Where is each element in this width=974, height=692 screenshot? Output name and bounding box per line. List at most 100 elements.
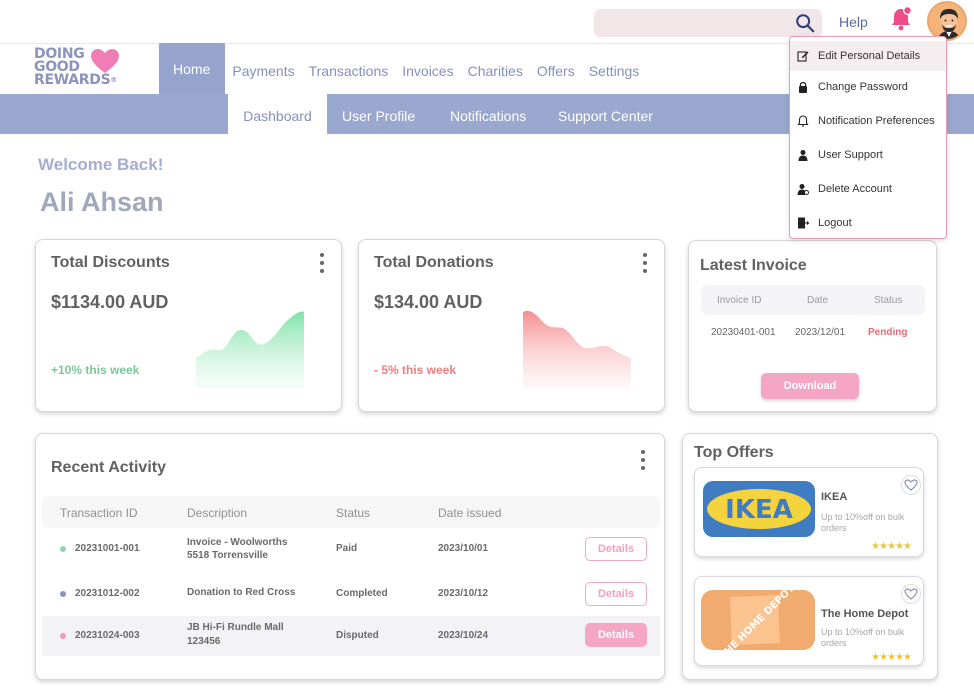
menu-item-edit-personal-details[interactable]: Edit Personal Details (790, 41, 946, 71)
nav-offers[interactable]: Offers (530, 43, 582, 94)
description-line1: Donation to Red Cross (187, 587, 296, 598)
welcome-greeting: Welcome Back! (38, 155, 164, 174)
recent-activity-title: Recent Activity (51, 459, 166, 476)
invoice-status: Pending (868, 327, 908, 338)
menu-item-logout[interactable]: Logout (790, 208, 946, 238)
edit-icon (797, 51, 809, 62)
brand-logo[interactable]: DOING GOOD REWARDS® (34, 47, 144, 92)
recent-activity-card: Recent Activity Transaction ID Descripti… (35, 433, 665, 680)
lock-icon (799, 81, 807, 93)
menu-item-delete-account[interactable]: Delete Account (790, 174, 946, 204)
transaction-date: 2023/10/12 (438, 588, 489, 599)
brand-line3: REWARDS® (34, 72, 144, 88)
more-options-icon[interactable] (319, 253, 325, 277)
heart-outline-icon (904, 479, 918, 491)
top-offers-title: Top Offers (694, 444, 774, 461)
logout-icon (798, 217, 809, 229)
donations-trend-chart (523, 310, 631, 388)
menu-item-change-password[interactable]: Change Password (790, 72, 946, 102)
description-line2: 123456 (187, 636, 221, 647)
brand-line3-text: REWARDS (34, 72, 111, 88)
menu-item-label: Edit Personal Details (818, 50, 921, 62)
bell-settings-icon (797, 115, 809, 127)
total-discounts-card: Total Discounts $1134.00 AUD +10% this w… (35, 239, 342, 412)
invoice-table-header: Invoice ID Date Status (701, 285, 925, 315)
menu-item-label: Notification Preferences (818, 115, 935, 127)
rating-stars: ★★★★★ (871, 541, 912, 552)
more-options-icon[interactable] (642, 253, 648, 277)
menu-item-notification-preferences[interactable]: Notification Preferences (790, 106, 946, 136)
main-nav: Home Payments Transactions Invoices Char… (159, 43, 646, 94)
col-date: Date (807, 295, 829, 306)
top-offers-card: Top Offers IKEA IKEA Up to 10%off on bul… (682, 433, 938, 680)
search-bar[interactable] (594, 9, 822, 37)
menu-item-label: Change Password (818, 81, 908, 93)
avatar[interactable] (927, 1, 967, 41)
transaction-id: 20231024-003 (75, 630, 140, 641)
support-agent-icon (798, 150, 808, 161)
transaction-status: Disputed (336, 630, 379, 641)
total-discounts-amount: $1134.00 AUD (51, 292, 169, 312)
col-description: Description (187, 506, 248, 520)
subnav-notifications[interactable]: Notifications (450, 108, 526, 124)
brand-registered-mark: ® (110, 76, 118, 84)
nav-transactions[interactable]: Transactions (302, 43, 396, 94)
ikea-logo-text: IKEA (725, 495, 793, 525)
subnav-support-center[interactable]: Support Center (558, 108, 653, 124)
menu-item-label: Delete Account (818, 183, 892, 195)
nav-settings[interactable]: Settings (582, 43, 647, 94)
subnav-user-profile[interactable]: User Profile (342, 108, 415, 124)
menu-item-user-support[interactable]: User Support (790, 140, 946, 170)
transaction-date: 2023/10/01 (438, 543, 489, 554)
col-status: Status (336, 506, 371, 520)
bell-icon[interactable] (889, 6, 913, 32)
profile-dropdown-menu: Edit Personal Details Change Password No… (789, 36, 947, 239)
col-date-issued: Date issued (438, 506, 502, 520)
favorite-button[interactable] (901, 475, 921, 495)
home-depot-logo: THE HOME DEPOT (701, 590, 815, 650)
table-row: 20231001-001 Invoice - Woolworths 5518 T… (42, 529, 660, 569)
total-discounts-title: Total Discounts (51, 254, 170, 271)
offer-description: Up to 10%off on bulk orders (821, 512, 905, 533)
rating-stars: ★★★★★ (871, 652, 912, 663)
transaction-status: Completed (336, 588, 388, 599)
total-donations-card: Total Donations $134.00 AUD - 5% this we… (358, 239, 665, 412)
status-dot (60, 546, 66, 552)
status-dot (60, 633, 66, 639)
menu-item-label: User Support (818, 149, 883, 161)
nav-home[interactable]: Home (159, 43, 226, 94)
total-donations-amount: $134.00 AUD (374, 292, 483, 312)
offer-description: Up to 10%off on bulk orders (821, 627, 905, 648)
transaction-id: 20231001-001 (75, 543, 140, 554)
transaction-date: 2023/10/24 (438, 630, 489, 641)
nav-payments[interactable]: Payments (225, 43, 301, 94)
more-options-icon[interactable] (640, 450, 646, 474)
nav-charities[interactable]: Charities (461, 43, 530, 94)
transaction-status: Paid (336, 543, 358, 554)
offer-card-ikea[interactable]: IKEA IKEA Up to 10%off on bulk orders ★★… (694, 467, 924, 557)
subnav-dashboard[interactable]: Dashboard (228, 94, 327, 134)
latest-invoice-card: Latest Invoice Invoice ID Date Status 20… (688, 240, 937, 412)
col-transaction-id: Transaction ID (60, 506, 138, 520)
transaction-id: 20231012-002 (75, 588, 140, 599)
ikea-logo: IKEA (703, 481, 815, 537)
latest-invoice-title: Latest Invoice (700, 257, 807, 274)
favorite-button[interactable] (901, 584, 921, 604)
invoice-id: 20230401-001 (711, 327, 776, 338)
offer-card-home-depot[interactable]: THE HOME DEPOT The Home Depot Up to 10%o… (694, 576, 924, 666)
col-invoice-id: Invoice ID (717, 295, 762, 306)
download-button[interactable]: Download (761, 373, 859, 399)
invoice-date: 2023/12/01 (795, 327, 846, 338)
total-donations-title: Total Donations (374, 254, 494, 271)
activity-table-header: Transaction ID Description Status Date i… (42, 496, 660, 528)
details-button[interactable]: Details (585, 623, 647, 647)
col-status: Status (874, 295, 903, 306)
heart-icon (91, 49, 119, 73)
details-button[interactable]: Details (585, 582, 647, 606)
help-link[interactable]: Help (839, 14, 868, 30)
user-remove-icon (797, 184, 809, 195)
description-line1: Invoice - Woolworths (187, 537, 288, 548)
search-icon[interactable] (794, 12, 816, 34)
details-button[interactable]: Details (585, 537, 647, 561)
nav-invoices[interactable]: Invoices (395, 43, 460, 94)
